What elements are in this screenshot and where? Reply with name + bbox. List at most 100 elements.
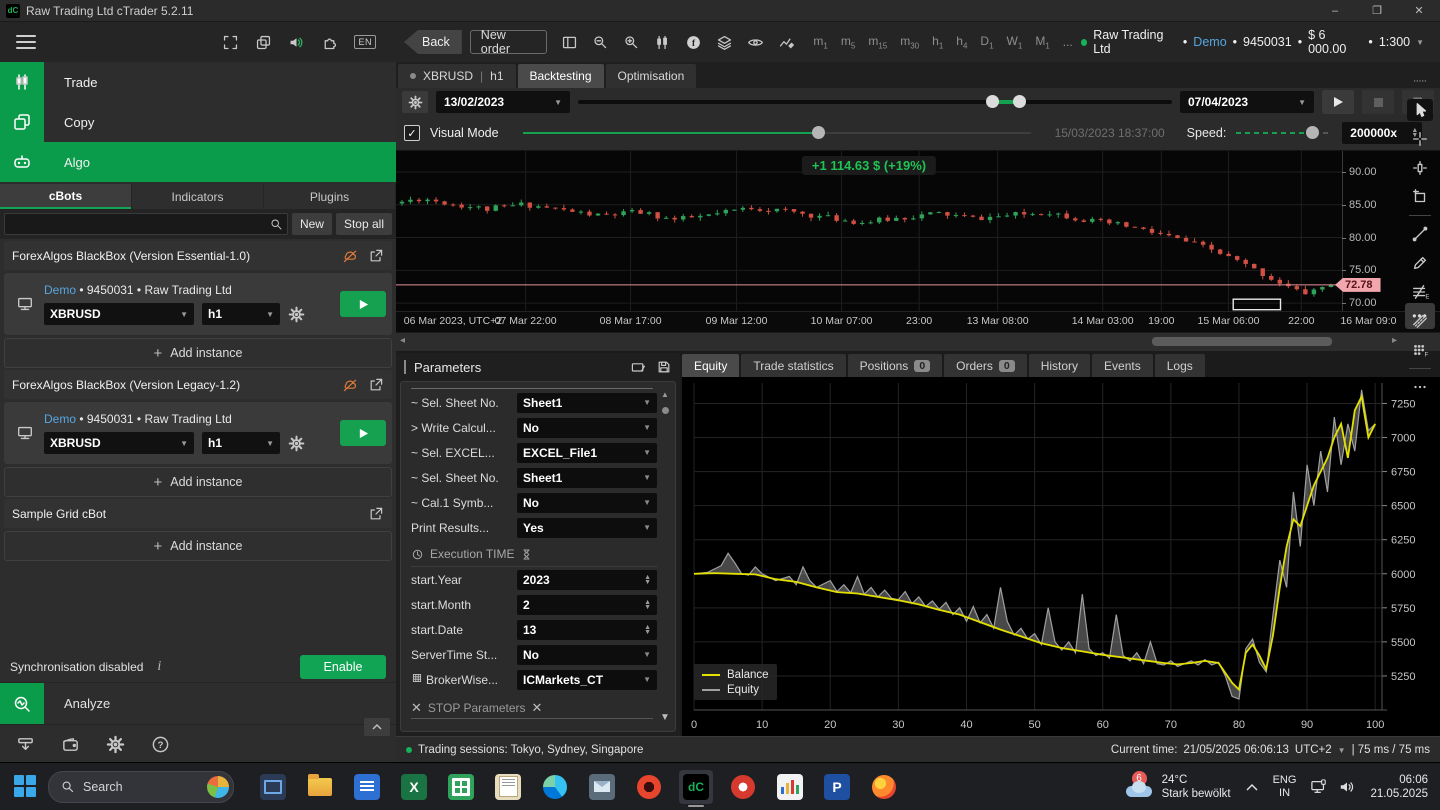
enable-sync-button[interactable]: Enable [300, 655, 386, 679]
rect-snap-icon[interactable] [1407, 186, 1433, 208]
settings-icon[interactable] [106, 735, 125, 754]
parameter-select[interactable]: EXCEL_File1▼ [517, 443, 657, 463]
share-icon[interactable] [368, 506, 384, 522]
range-handle-right[interactable] [1013, 95, 1026, 108]
speed-slider[interactable] [1236, 126, 1332, 140]
tray-chevron-icon[interactable] [1245, 782, 1259, 792]
tab-logs[interactable]: Logs [1155, 354, 1205, 377]
chart-plot-area[interactable]: +1 114.63 $ (+19%) [396, 151, 1342, 311]
taskbar-app-red-circle-app[interactable] [726, 770, 760, 804]
layers-icon[interactable] [716, 34, 733, 51]
load-template-icon[interactable] [630, 359, 646, 375]
f-indicator-icon[interactable]: f [685, 34, 702, 51]
parameter-select[interactable]: Sheet1▼ [517, 468, 657, 488]
speaker-icon[interactable] [288, 34, 305, 51]
timeframe-h1[interactable]: h1 [932, 34, 943, 50]
instance-settings-icon[interactable] [288, 435, 305, 452]
pencil-icon[interactable] [1407, 252, 1433, 274]
backtest-range-slider[interactable] [578, 91, 1172, 113]
fib-channel-icon[interactable] [1407, 310, 1433, 332]
parameter-select[interactable]: No▼ [517, 645, 657, 665]
tab-equity[interactable]: Equity [682, 354, 739, 377]
fib-retracement-icon[interactable]: E [1407, 281, 1433, 303]
parameter-select[interactable]: Sheet1▼ [517, 393, 657, 413]
grip-icon[interactable] [1407, 70, 1433, 92]
candles-icon[interactable] [654, 34, 671, 51]
sidebar-item-algo[interactable]: Algo [0, 142, 396, 182]
tab-optimisation[interactable]: Optimisation [606, 64, 697, 88]
tab-history[interactable]: History [1029, 354, 1090, 377]
backtest-progress-slider[interactable] [523, 125, 1031, 141]
save-template-icon[interactable] [656, 359, 672, 375]
instance-settings-icon[interactable] [288, 306, 305, 323]
volume-icon[interactable] [1338, 779, 1356, 795]
tab-orders[interactable]: Orders0 [944, 354, 1027, 377]
more-dots-icon[interactable] [1407, 376, 1433, 398]
trendline-icon[interactable] [1407, 223, 1433, 245]
taskbar-app-office-blue-app[interactable] [350, 770, 384, 804]
add-instance-button[interactable]: +Add instance [4, 467, 392, 497]
taskbar-search[interactable]: Search [48, 771, 234, 803]
add-instance-button[interactable]: +Add instance [4, 338, 392, 368]
info-icon[interactable]: i [157, 659, 161, 675]
weather-widget[interactable]: 6 24°C Stark bewölkt [1124, 773, 1231, 801]
range-handle-left[interactable] [986, 95, 999, 108]
symbol-select[interactable]: XBRUSD▼ [44, 303, 194, 325]
price-axis[interactable]: 90.0085.0080.0075.0070.0072.78 [1342, 151, 1400, 311]
taskbar-app-paypal-app[interactable]: P [820, 770, 854, 804]
parameter-select[interactable]: No▼ [517, 418, 657, 438]
help-icon[interactable]: ? [151, 735, 170, 754]
stop-backtest-button[interactable] [1362, 90, 1394, 114]
timeframe-m5[interactable]: m5 [841, 34, 855, 50]
taskbar-app-task-view[interactable] [256, 770, 290, 804]
start-instance-button[interactable] [340, 420, 386, 446]
hamburger-menu-icon[interactable] [16, 35, 36, 49]
start-date-select[interactable]: 13/02/2023▼ [436, 91, 570, 113]
fib-grid-icon[interactable]: F [1407, 339, 1433, 361]
timeframe-m1[interactable]: m1 [813, 34, 827, 50]
cloud-off-icon[interactable] [342, 248, 358, 264]
puzzle-icon[interactable] [321, 34, 338, 51]
timezone-value[interactable]: UTC+2 [1295, 744, 1332, 756]
scrollbar-thumb[interactable] [1152, 337, 1332, 346]
parameter-stepper[interactable]: 2023▲▼ [517, 570, 657, 590]
cloud-off-icon[interactable] [342, 377, 358, 393]
chart-scrollbar[interactable]: ◂ ▸ ••• [396, 332, 1440, 351]
parameter-select[interactable]: Yes▼ [517, 518, 657, 538]
share-icon[interactable] [368, 377, 384, 393]
close-button[interactable]: ✕ [1398, 0, 1440, 21]
chart-edit-icon[interactable] [778, 34, 795, 51]
tab-backtesting[interactable]: Backtesting [518, 64, 604, 88]
taskbar-app-mail-app[interactable] [585, 770, 619, 804]
cbot-instance-card[interactable]: Demo • 9450031 • Raw Trading LtdXBRUSD▼h… [4, 273, 392, 335]
taskbar-app-stats-app[interactable] [773, 770, 807, 804]
taskbar-app-green-sheet-app[interactable] [444, 770, 478, 804]
sidebar-item-copy[interactable]: Copy [0, 102, 396, 142]
parameters-scrollbar[interactable]: ▲ ▼ [660, 390, 670, 723]
cbot-header[interactable]: ForexAlgos BlackBox (Version Essential-1… [4, 241, 392, 270]
backtest-settings-button[interactable] [402, 91, 428, 113]
equity-chart[interactable]: 5250550057506000625065006750700072500102… [682, 377, 1440, 736]
language-indicator[interactable]: ENGIN [1273, 774, 1297, 800]
play-backtest-button[interactable] [1322, 90, 1354, 114]
tab-events[interactable]: Events [1092, 354, 1153, 377]
parameter-stepper[interactable]: 2▲▼ [517, 595, 657, 615]
taskbar-app-opera-red-app[interactable] [632, 770, 666, 804]
timeframe-M1[interactable]: M1 [1035, 34, 1049, 50]
scroll-left-arrow[interactable]: ◂ [400, 335, 405, 346]
taskbar-app-firefox-browser[interactable] [867, 770, 901, 804]
timeframe-select[interactable]: h1▼ [202, 303, 280, 325]
taskbar-clock[interactable]: 06:0621.05.2025 [1370, 773, 1428, 801]
sidebar-item-trade[interactable]: Trade [0, 62, 396, 102]
chart-layout-icon[interactable] [561, 34, 578, 51]
tab-cbots[interactable]: cBots [0, 184, 131, 209]
tab-chart-xbrusd[interactable]: XBRUSD | h1 [398, 64, 516, 88]
new-order-button[interactable]: New order [470, 30, 548, 54]
minimize-button[interactable]: – [1314, 0, 1356, 21]
parameter-select[interactable]: No▼ [517, 493, 657, 513]
symbol-select[interactable]: XBRUSD▼ [44, 432, 194, 454]
eye-icon[interactable] [747, 34, 764, 51]
taskbar-app-ctrader-active[interactable]: dC [679, 770, 713, 804]
start-button[interactable] [14, 775, 38, 799]
stop-all-button[interactable]: Stop all [336, 213, 392, 235]
